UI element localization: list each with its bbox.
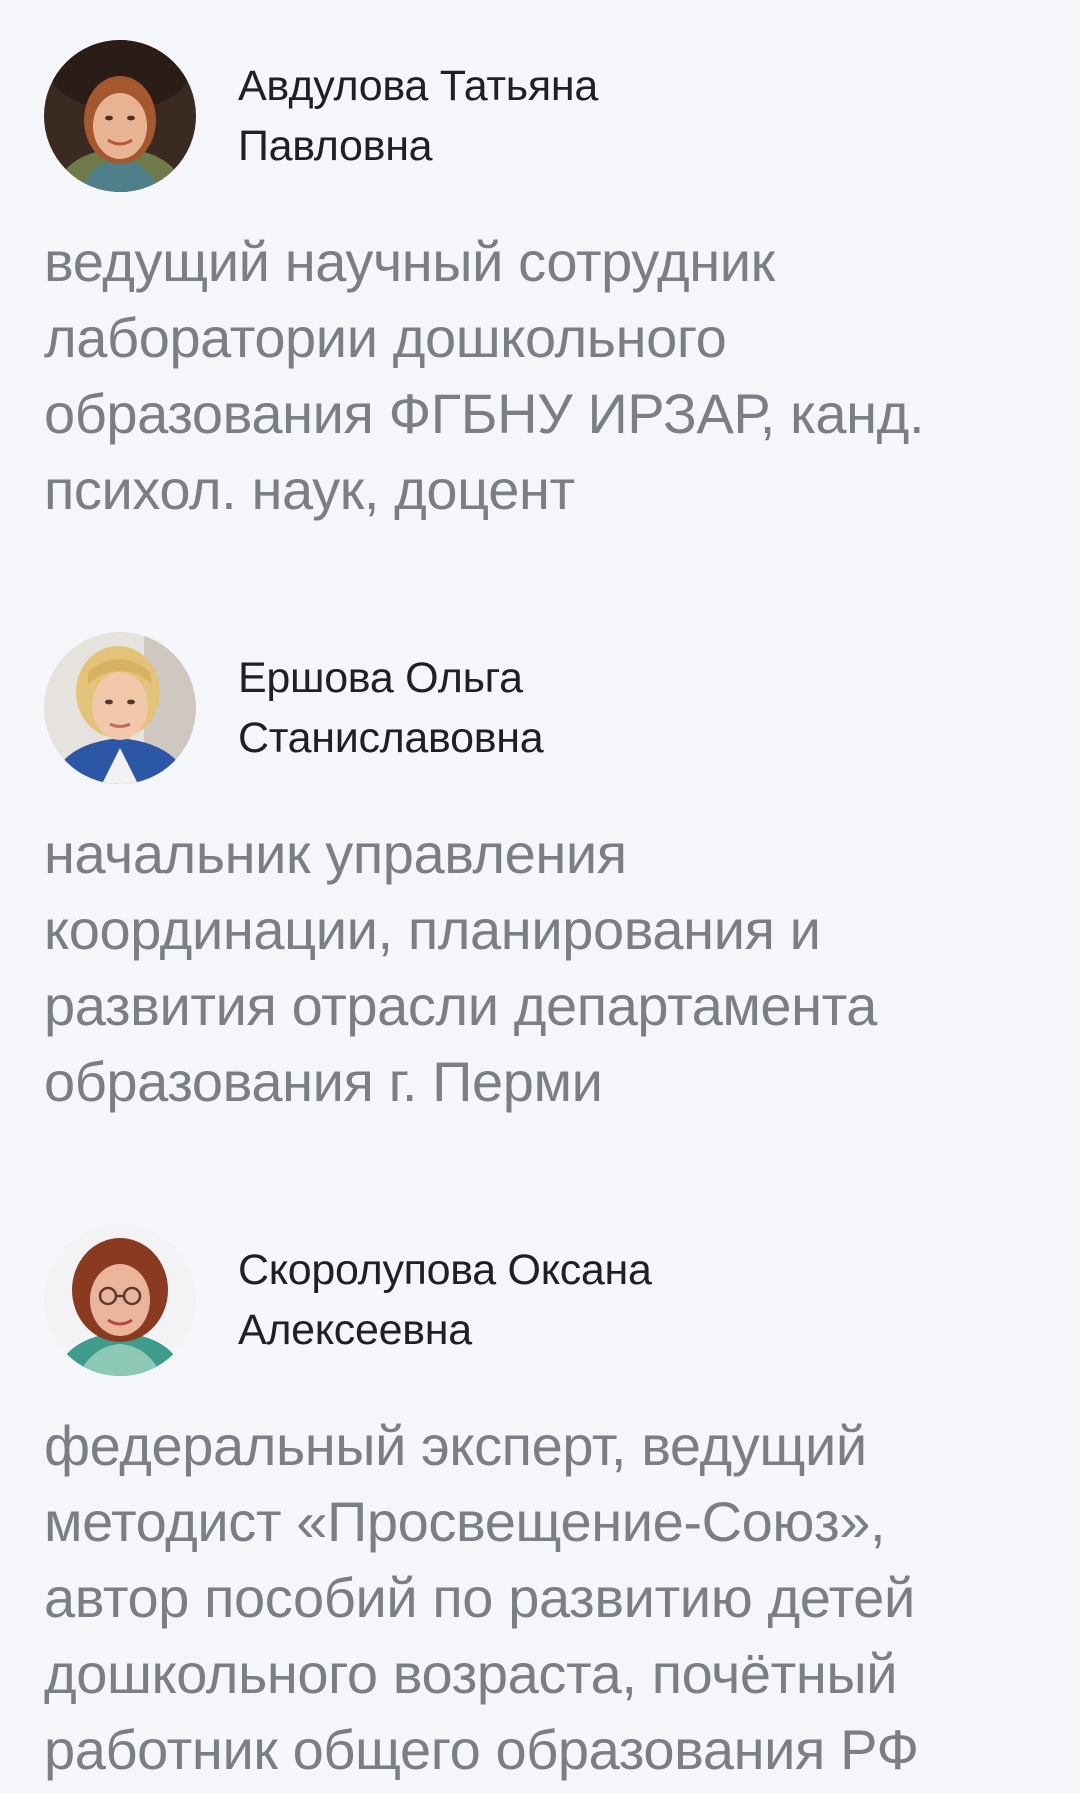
expert-card: Авдулова Татьяна Павловна ведущий научны… <box>44 40 1044 528</box>
expert-card: Ершова Ольга Станиславовна начальник упр… <box>44 632 1044 1120</box>
name-line: Скоролупова Оксана <box>238 1246 652 1294</box>
expert-role: федеральный эксперт, ведущий методист «П… <box>44 1408 1034 1788</box>
expert-role: начальник управления координации, планир… <box>44 816 1034 1120</box>
role-line: ведущий научный сотрудник <box>44 230 775 293</box>
name-line: Станиславовна <box>238 714 544 762</box>
role-line: дошкольного возраста, почётный <box>44 1642 898 1705</box>
expert-role: ведущий научный сотрудник лаборатории до… <box>44 224 1034 528</box>
avatar <box>44 632 196 784</box>
portrait-icon <box>44 40 196 192</box>
avatar <box>44 1224 196 1376</box>
role-line: развития отрасли департамента <box>44 974 878 1037</box>
role-line: работник общего образования РФ <box>44 1718 919 1781</box>
role-line: автор пособий по развитию детей <box>44 1566 915 1629</box>
expert-card: Скоролупова Оксана Алексеевна федеральны… <box>44 1224 1044 1788</box>
expert-header: Скоролупова Оксана Алексеевна <box>44 1224 1044 1376</box>
role-line: лаборатории дошкольного <box>44 306 727 369</box>
expert-name: Ершова Ольга Станиславовна <box>238 648 544 768</box>
expert-header: Авдулова Татьяна Павловна <box>44 40 1044 192</box>
portrait-icon <box>44 1224 196 1376</box>
expert-name: Скоролупова Оксана Алексеевна <box>238 1240 652 1360</box>
expert-header: Ершова Ольга Станиславовна <box>44 632 1044 784</box>
experts-list: Авдулова Татьяна Павловна ведущий научны… <box>0 0 1080 1793</box>
name-line: Алексеевна <box>238 1306 472 1354</box>
role-line: психол. наук, доцент <box>44 458 575 521</box>
name-line: Павловна <box>238 122 433 170</box>
role-line: образования г. Перми <box>44 1050 603 1113</box>
name-line: Ершова Ольга <box>238 654 523 702</box>
role-line: методист «Просвещение-Союз», <box>44 1490 886 1553</box>
role-line: координации, планирования и <box>44 898 821 961</box>
role-line: федеральный эксперт, ведущий <box>44 1414 867 1477</box>
portrait-icon <box>44 632 196 784</box>
role-line: образования ФГБНУ ИРЗАР, канд. <box>44 382 925 445</box>
avatar <box>44 40 196 192</box>
role-line: начальник управления <box>44 822 627 885</box>
name-line: Авдулова Татьяна <box>238 62 598 110</box>
expert-name: Авдулова Татьяна Павловна <box>238 56 598 176</box>
